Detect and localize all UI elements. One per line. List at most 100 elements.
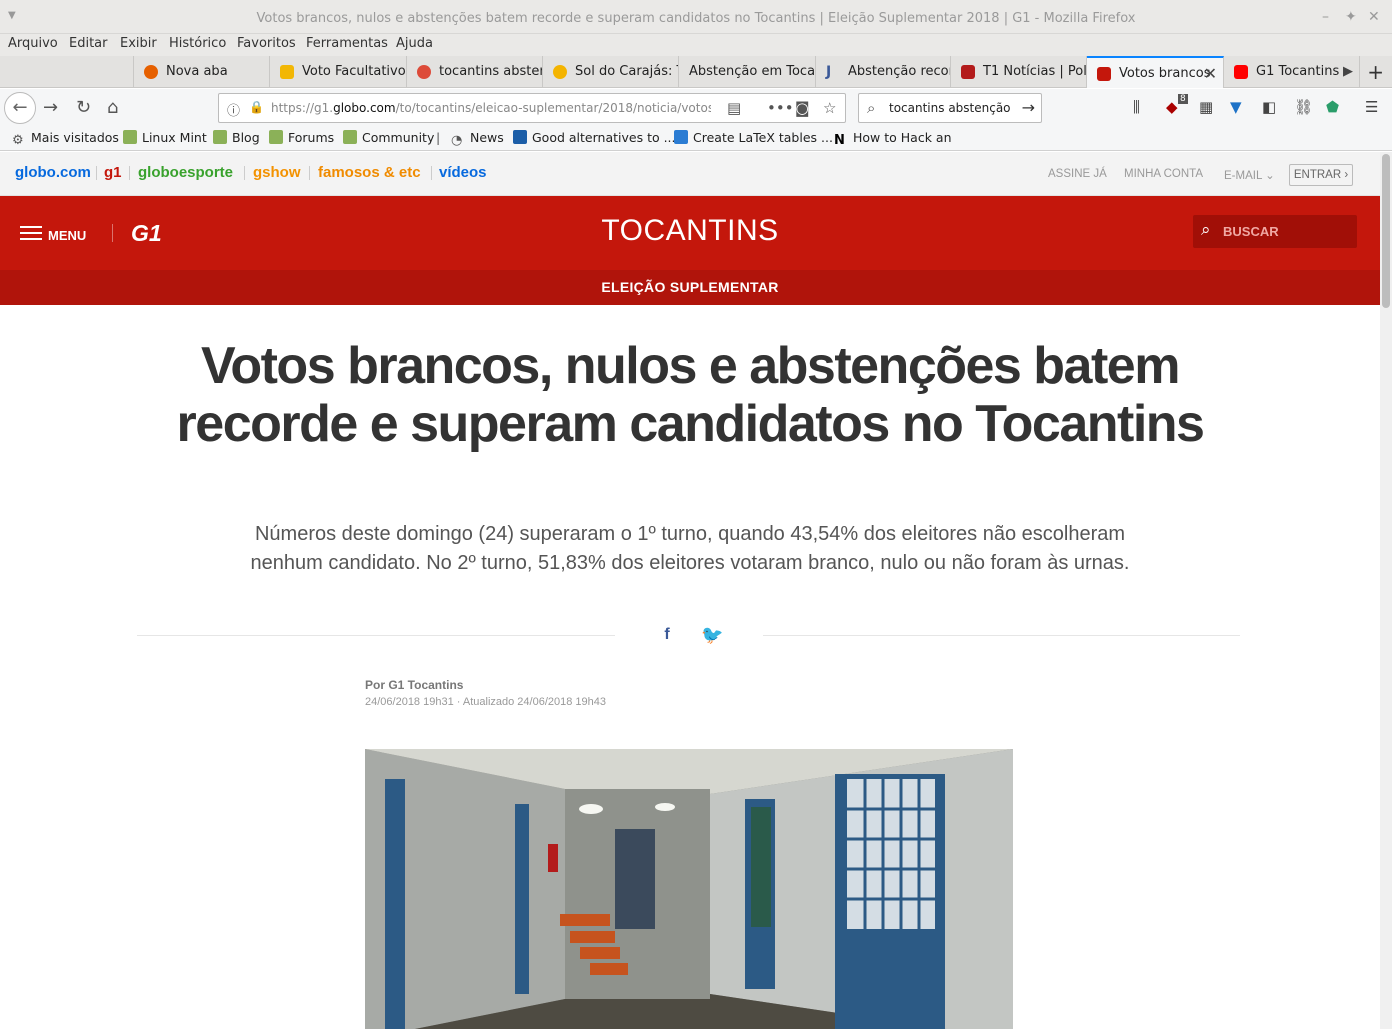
reload-button[interactable]: ↻ bbox=[76, 97, 91, 118]
link-assine-ja[interactable]: ASSINE JÁ bbox=[1048, 168, 1107, 180]
hamburger-menu-icon[interactable]: ☰ bbox=[1365, 98, 1378, 116]
tab-label: Sol do Carajás: T bbox=[575, 64, 679, 79]
pocket-icon[interactable]: ◙ bbox=[795, 99, 810, 117]
vivaldi-icon[interactable]: ▼ bbox=[1230, 98, 1242, 116]
shield-icon[interactable]: ⬟ bbox=[1326, 98, 1339, 116]
link-famosos[interactable]: famosos & etc bbox=[318, 164, 421, 181]
tab-label: Voto Facultativo × bbox=[302, 64, 406, 79]
url-bar[interactable]: ⓘ 🔒 https://g1.globo.com/to/tocantins/el… bbox=[218, 93, 846, 123]
bookmark-news[interactable]: ◔ News bbox=[451, 130, 504, 148]
mint-icon bbox=[343, 130, 357, 144]
tab-pinned[interactable] bbox=[0, 56, 134, 88]
search-box[interactable]: ⌕ BUSCAR bbox=[1193, 215, 1357, 248]
tab-voto-facultativo[interactable]: Voto Facultativo × bbox=[270, 56, 407, 88]
menu-ferramentas[interactable]: Ferramentas bbox=[306, 36, 388, 51]
web-page: globo.com g1 globoesporte gshow famosos … bbox=[0, 152, 1380, 1029]
search-input[interactable]: tocantins abstenção bbox=[889, 101, 1011, 115]
menu-editar[interactable]: Editar bbox=[69, 36, 108, 51]
ublock-icon[interactable]: ◆ bbox=[1166, 98, 1178, 116]
divider bbox=[431, 166, 432, 180]
firefox-icon bbox=[144, 65, 158, 79]
tab-label: Votos brancos bbox=[1119, 66, 1211, 81]
search-icon: ⌕ bbox=[867, 99, 876, 117]
bookmark-mais-visitados[interactable]: ⚙ Mais visitados bbox=[12, 130, 119, 148]
link-minha-conta[interactable]: MINHA CONTA bbox=[1124, 168, 1203, 180]
search-go-icon[interactable]: → bbox=[1022, 98, 1035, 117]
tab-votos-brancos-active[interactable]: Votos brancos ✕ bbox=[1087, 56, 1224, 88]
article-byline: Por G1 Tocantins bbox=[365, 678, 464, 692]
link-icon[interactable]: ⛓ bbox=[1294, 98, 1313, 116]
bookmark-star-icon[interactable]: ☆ bbox=[823, 99, 836, 117]
divider bbox=[129, 166, 130, 180]
link-email[interactable]: E-MAIL ⌄ bbox=[1224, 168, 1275, 182]
tab-abstencao-recorde[interactable]: J Abstenção recor bbox=[816, 56, 951, 88]
tab-strip: Nova aba Voto Facultativo × tocantins ab… bbox=[0, 56, 1392, 88]
back-button[interactable]: ← bbox=[4, 92, 36, 124]
library-icon[interactable]: ⫼ bbox=[1133, 98, 1140, 116]
home-button[interactable]: ⌂ bbox=[107, 97, 118, 118]
menu-favoritos[interactable]: Favoritos bbox=[237, 36, 296, 51]
scrollbar-thumb[interactable] bbox=[1382, 154, 1390, 308]
link-videos[interactable]: vídeos bbox=[439, 164, 487, 181]
tab-t1-noticias[interactable]: T1 Notícias | Pol bbox=[951, 56, 1087, 88]
menu-arquivo[interactable]: Arquivo bbox=[8, 36, 58, 51]
table-icon bbox=[674, 130, 688, 144]
alternativeto-icon bbox=[513, 130, 527, 144]
bookmark-forums[interactable]: Forums bbox=[269, 130, 334, 145]
window-titlebar: ▼ Votos brancos, nulos e abstenções bate… bbox=[0, 0, 1392, 34]
bookmark-community[interactable]: Community bbox=[343, 130, 434, 145]
bookmark-how-to-hack[interactable]: N How to Hack an bbox=[834, 130, 952, 148]
link-globo-com[interactable]: globo.com bbox=[15, 164, 91, 181]
tab-nova-aba[interactable]: Nova aba bbox=[134, 56, 270, 88]
menu-ajuda[interactable]: Ajuda bbox=[396, 36, 433, 51]
bookmark-separator: | bbox=[436, 130, 441, 145]
entrar-button[interactable]: ENTRAR › bbox=[1289, 164, 1353, 186]
twitter-share-icon[interactable]: 🐦 bbox=[701, 624, 723, 646]
page-actions-icon[interactable]: ••• bbox=[767, 99, 794, 117]
url-text[interactable]: https://g1.globo.com/to/tocantins/eleica… bbox=[271, 101, 711, 115]
bookmark-latex-tables[interactable]: Create LaTeX tables ... bbox=[674, 130, 833, 145]
close-window-icon[interactable]: ✕ bbox=[1368, 9, 1380, 25]
tab-label: G1 Tocantins bbox=[1256, 64, 1340, 79]
forward-button[interactable]: → bbox=[43, 97, 58, 118]
page-scrollbar[interactable] bbox=[1380, 152, 1392, 1029]
mint-icon bbox=[213, 130, 227, 144]
tab-label: T1 Notícias | Pol bbox=[983, 64, 1087, 79]
tab-label: Abstenção recor bbox=[848, 64, 951, 79]
bookmark-alternativeto[interactable]: Good alternatives to ... bbox=[513, 130, 676, 145]
divider bbox=[763, 635, 1240, 636]
search-bar[interactable]: ⌕ tocantins abstenção → bbox=[858, 93, 1042, 123]
subsection-link[interactable]: ELEIÇÃO SUPLEMENTAR bbox=[0, 270, 1380, 305]
tab-sol-carajas[interactable]: Sol do Carajás: T bbox=[543, 56, 679, 88]
menubar: Arquivo Editar Exibir Histórico Favorito… bbox=[0, 34, 1392, 56]
reader-view-icon[interactable]: ▤ bbox=[727, 99, 741, 117]
menu-historico[interactable]: Histórico bbox=[169, 36, 226, 51]
extension-icon[interactable]: ▦ bbox=[1199, 98, 1213, 116]
bookmark-blog[interactable]: Blog bbox=[213, 130, 260, 145]
g1-icon bbox=[1097, 67, 1111, 81]
google-icon bbox=[417, 65, 431, 79]
maximize-icon[interactable]: ✦ bbox=[1345, 9, 1357, 25]
section-title[interactable]: TOCANTINS bbox=[0, 214, 1380, 248]
link-globoesporte[interactable]: globoesporte bbox=[138, 164, 233, 181]
tab-g1-tocantins[interactable]: G1 Tocantins ▶ bbox=[1224, 56, 1360, 88]
mint-icon bbox=[123, 130, 137, 144]
facebook-share-icon[interactable]: f bbox=[656, 624, 678, 646]
mint-icon bbox=[269, 130, 283, 144]
link-g1[interactable]: g1 bbox=[104, 164, 122, 181]
tab-abstencao-tocantins[interactable]: Abstenção em Tocan bbox=[679, 56, 816, 88]
minimize-icon[interactable]: – bbox=[1322, 9, 1329, 25]
article-subtitle: Números deste domingo (24) superaram o 1… bbox=[250, 523, 1130, 574]
menu-exibir[interactable]: Exibir bbox=[120, 36, 157, 51]
new-tab-button[interactable]: + bbox=[1367, 60, 1384, 84]
close-tab-icon[interactable]: ✕ bbox=[1204, 64, 1217, 83]
bookmarks-toolbar: ⚙ Mais visitados Linux Mint Blog Forums C… bbox=[0, 127, 1392, 151]
bookmark-linux-mint[interactable]: Linux Mint bbox=[123, 130, 207, 145]
link-gshow[interactable]: gshow bbox=[253, 164, 301, 181]
article-headline: Votos brancos, nulos e abstenções batem … bbox=[176, 337, 1205, 453]
sidebar-icon[interactable]: ◧ bbox=[1262, 98, 1276, 116]
article-photo bbox=[365, 749, 1013, 1029]
tab-google-search[interactable]: tocantins absten bbox=[407, 56, 543, 88]
info-icon[interactable]: ⓘ bbox=[227, 100, 240, 119]
search-icon: ⌕ bbox=[1201, 220, 1211, 240]
